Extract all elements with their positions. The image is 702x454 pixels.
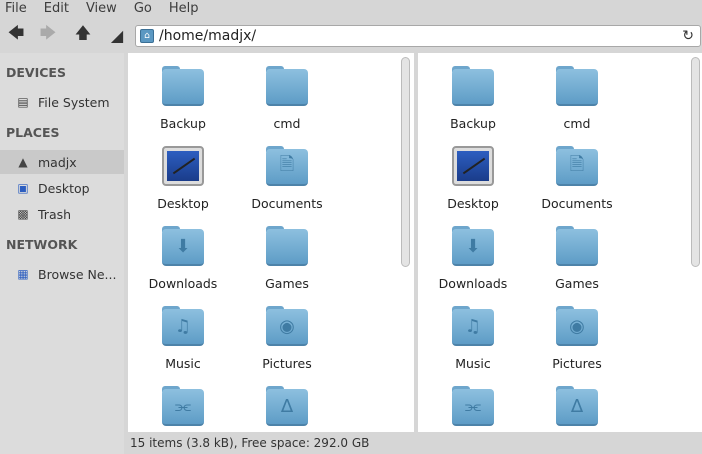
trash-icon: ▩ (17, 207, 29, 221)
file-item[interactable]: Games (527, 226, 627, 291)
folder-icon (266, 66, 308, 106)
folder-templates-icon: ∆ (556, 386, 598, 426)
sidebar-item-filesystem[interactable]: ▤ File System (0, 90, 124, 114)
folder-music-icon: ♫ (452, 306, 494, 346)
drive-icon: ▤ (17, 95, 29, 109)
desktop-icon (452, 146, 494, 186)
back-button[interactable]: 🡄 (6, 23, 26, 45)
file-item[interactable]: Desktop (133, 146, 233, 211)
folder-templates-icon: ∆ (266, 386, 308, 426)
folder-downloads-icon: ⬇ (162, 226, 204, 266)
desktop-icon (162, 146, 204, 186)
location-bar[interactable]: ⌂ /home/madjx/ ↻ (135, 25, 701, 47)
file-item-label: Music (165, 356, 201, 371)
file-item[interactable]: Backup (423, 66, 523, 131)
file-item-label: Games (555, 276, 599, 291)
file-item[interactable]: ◉ Pictures (237, 306, 337, 371)
folder-share-icon: ⫘ (452, 386, 494, 426)
file-item[interactable]: Desktop (423, 146, 523, 211)
file-item[interactable]: Games (237, 226, 337, 291)
sidebar: DEVICES ▤ File System PLACES ▲ madjx ▣ Desk… (0, 53, 124, 454)
arrow-right-icon: 🡆 (39, 22, 57, 42)
folder-documents-icon: 🗎 (266, 146, 308, 186)
file-item-label: Downloads (438, 276, 508, 291)
file-item-label: Documents (541, 196, 613, 211)
file-item[interactable]: ⫘ (423, 386, 523, 432)
sidebar-item-trash[interactable]: ▩ Trash (0, 202, 124, 226)
file-item[interactable]: cmd (237, 66, 337, 131)
home-folder-icon: ⌂ (140, 29, 154, 43)
home-button[interactable]: ◢ (107, 25, 127, 45)
network-heading: NETWORK (6, 237, 78, 252)
file-item-label: Downloads (148, 276, 218, 291)
scrollbar-right[interactable] (691, 57, 700, 267)
file-item-label: Pictures (262, 356, 312, 371)
file-item[interactable]: ∆ (527, 386, 627, 432)
folder-icon (162, 66, 204, 106)
file-item[interactable]: ♫ Music (133, 306, 233, 371)
places-heading: PLACES (6, 125, 60, 140)
arrow-up-icon: 🡅 (74, 22, 92, 42)
menu-edit[interactable]: Edit (44, 0, 69, 19)
up-button[interactable]: 🡅 (73, 23, 93, 45)
file-item[interactable]: cmd (527, 66, 627, 131)
scrollbar-left[interactable] (401, 57, 410, 267)
file-item[interactable]: 🗎 Documents (237, 146, 337, 211)
status-bar: 15 items (3.8 kB), Free space: 292.0 GB (130, 436, 370, 450)
home-icon: ◢ (110, 25, 124, 45)
menubar: File Edit View Go Help (0, 0, 702, 19)
folder-share-icon: ⫘ (162, 386, 204, 426)
file-item-label: Games (265, 276, 309, 291)
file-item[interactable]: ◉ Pictures (527, 306, 627, 371)
file-item[interactable]: ⬇ Downloads (423, 226, 523, 291)
file-pane-left: Backup cmd Desktop 🗎 Documents ⬇ Downloads Game… (128, 53, 414, 432)
menu-file[interactable]: File (5, 0, 27, 19)
file-pane-right: Backup cmd Desktop 🗎 Documents ⬇ Downloads Game… (418, 53, 702, 432)
file-item[interactable]: ∆ (237, 386, 337, 432)
file-item[interactable]: ♫ Music (423, 306, 523, 371)
folder-documents-icon: 🗎 (556, 146, 598, 186)
folder-pictures-icon: ◉ (556, 306, 598, 346)
folder-icon (556, 226, 598, 266)
desktop-icon: ▣ (17, 181, 29, 195)
location-path[interactable]: /home/madjx/ (159, 28, 682, 44)
file-item[interactable]: 🗎 Documents (527, 146, 627, 211)
file-item-label: Desktop (157, 196, 209, 211)
file-item-label: cmd (273, 116, 301, 131)
sidebar-item-home[interactable]: ▲ madjx (0, 150, 124, 174)
home-icon: ▲ (18, 155, 28, 169)
reload-icon[interactable]: ↻ (682, 28, 694, 44)
devices-heading: DEVICES (6, 65, 66, 80)
file-item-label: cmd (563, 116, 591, 131)
file-item[interactable]: ⬇ Downloads (133, 226, 233, 291)
folder-downloads-icon: ⬇ (452, 226, 494, 266)
file-item-label: Backup (450, 116, 496, 131)
folder-icon (452, 66, 494, 106)
menu-help[interactable]: Help (169, 0, 199, 19)
sidebar-item-desktop[interactable]: ▣ Desktop (0, 176, 124, 200)
arrow-left-icon: 🡄 (7, 22, 25, 42)
forward-button[interactable]: 🡆 (38, 23, 58, 45)
file-item-label: Pictures (552, 356, 602, 371)
file-item-label: Music (455, 356, 491, 371)
file-item[interactable]: ⫘ (133, 386, 233, 432)
folder-icon (266, 226, 308, 266)
folder-pictures-icon: ◉ (266, 306, 308, 346)
sidebar-item-browse-network[interactable]: ▦ Browse Ne... (0, 262, 124, 286)
folder-icon (556, 66, 598, 106)
network-icon: ▦ (17, 267, 29, 281)
file-item[interactable]: Backup (133, 66, 233, 131)
file-item-label: Documents (251, 196, 323, 211)
menu-go[interactable]: Go (134, 0, 152, 19)
file-item-label: Desktop (447, 196, 499, 211)
folder-music-icon: ♫ (162, 306, 204, 346)
menu-view[interactable]: View (86, 0, 117, 19)
file-item-label: Backup (160, 116, 206, 131)
